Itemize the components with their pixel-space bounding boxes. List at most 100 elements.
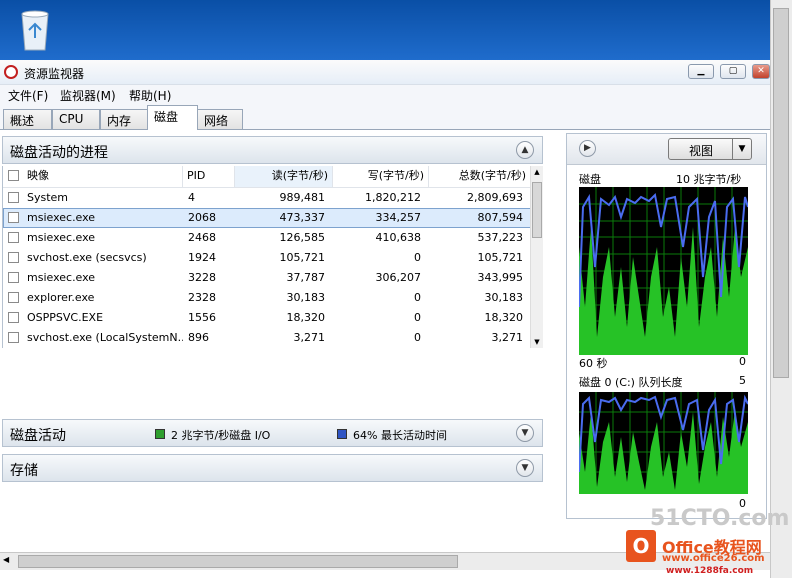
graph1-scale: 10 兆字节/秒 <box>676 173 742 186</box>
column-header-image[interactable]: 映像 <box>3 166 183 188</box>
recycle-bin-icon[interactable] <box>14 4 56 54</box>
menu-file[interactable]: 文件(F) <box>8 87 48 104</box>
window-title: 资源监视器 <box>24 67 85 81</box>
tab-overview[interactable]: 概述 <box>3 109 52 129</box>
row-checkbox[interactable] <box>8 252 19 263</box>
row-checkbox[interactable] <box>8 332 19 343</box>
table-row[interactable]: svchost.exe (LocalSystemN... 896 3,271 0 3,2… <box>3 328 531 348</box>
cell-total: 30,183 <box>484 291 524 304</box>
processes-section-header[interactable]: 磁盘活动的进程 ▲ <box>2 136 543 164</box>
cell-total: 537,223 <box>477 231 524 244</box>
cell-pid: 896 <box>188 331 209 344</box>
cell-image: svchost.exe (LocalSystemN... <box>27 331 183 344</box>
collapse-processes-icon[interactable]: ▲ <box>516 141 534 159</box>
cell-write: 0 <box>414 331 421 344</box>
menu-help[interactable]: 帮助(H) <box>129 87 171 104</box>
column-header-total[interactable]: 总数(字节/秒) <box>429 166 531 188</box>
title-bar[interactable]: 资源监视器 ▁ ▢ ✕ <box>0 60 770 85</box>
view-dropdown-icon[interactable]: ▼ <box>732 139 751 159</box>
cell-read: 105,721 <box>279 251 326 264</box>
cell-read: 3,271 <box>293 331 326 344</box>
cell-pid: 2328 <box>188 291 216 304</box>
row-checkbox[interactable] <box>8 192 19 203</box>
expand-disk-activity-icon[interactable]: ▼ <box>516 424 534 442</box>
desktop-background <box>0 0 792 60</box>
cell-read: 37,787 <box>286 271 326 284</box>
cell-pid: 4 <box>188 191 195 204</box>
close-button[interactable]: ✕ <box>752 64 770 79</box>
row-checkbox[interactable] <box>8 232 19 243</box>
process-table-scroll-thumb[interactable] <box>532 182 542 238</box>
cell-write: 306,207 <box>375 271 422 284</box>
storage-section-header[interactable]: 存储 ▼ <box>2 454 543 482</box>
cell-write: 0 <box>414 291 421 304</box>
active-time-legend-text: 64% 最长活动时间 <box>353 429 447 442</box>
resource-monitor-window: 资源监视器 ▁ ▢ ✕ 文件(F) 监视器(M) 帮助(H) 概述 CPU 内存… <box>0 60 770 578</box>
tab-bar: 概述 CPU 内存 磁盘 网络 <box>0 105 770 130</box>
graph2-label: 磁盘 0 (C:) 队列长度 <box>579 376 683 389</box>
graph-pane-header: ▶ 视图 ▼ <box>567 134 766 165</box>
graph-pane: ▶ 视图 ▼ 磁盘 10 兆字节/秒 60 秒 0 磁盘 0 (C:) 队列长度… <box>566 133 767 519</box>
tab-cpu[interactable]: CPU <box>52 109 100 129</box>
watermark-51cto: 51CTO.com <box>650 506 790 531</box>
row-checkbox[interactable] <box>8 272 19 283</box>
watermark-1288fa: www.1288fa.com <box>666 566 754 576</box>
office-logo-icon: O <box>626 530 656 562</box>
processes-section-title: 磁盘活动的进程 <box>10 145 108 161</box>
tab-memory[interactable]: 内存 <box>100 109 148 129</box>
cell-write: 410,638 <box>375 231 422 244</box>
cell-image: OSPPSVC.EXE <box>27 311 104 324</box>
cell-read: 126,585 <box>279 231 326 244</box>
cell-total: 3,271 <box>491 331 524 344</box>
cell-total: 343,995 <box>477 271 524 284</box>
process-table-scrollbar[interactable]: ▲ ▼ <box>530 166 543 348</box>
outer-vertical-scrollbar[interactable] <box>770 0 792 578</box>
menu-monitor[interactable]: 监视器(M) <box>60 87 116 104</box>
cell-image: msiexec.exe <box>27 231 96 244</box>
scroll-left-icon[interactable]: ◀ <box>3 555 9 564</box>
table-row[interactable]: msiexec.exe 3228 37,787 306,207 343,995 <box>3 268 531 288</box>
column-header-pid[interactable]: PID <box>183 166 235 188</box>
row-checkbox[interactable] <box>8 312 19 323</box>
view-button[interactable]: 视图 ▼ <box>668 138 752 160</box>
column-header-write[interactable]: 写(字节/秒) <box>333 166 429 188</box>
table-row[interactable]: OSPPSVC.EXE 1556 18,320 0 18,320 <box>3 308 531 328</box>
column-header-read[interactable]: 读(字节/秒) <box>235 166 333 188</box>
row-checkbox[interactable] <box>8 292 19 303</box>
cell-read: 30,183 <box>286 291 326 304</box>
table-row[interactable]: System 4 989,481 1,820,212 2,809,693 <box>3 188 531 208</box>
maximize-button[interactable]: ▢ <box>720 64 746 79</box>
cell-total: 2,809,693 <box>467 191 523 204</box>
horizontal-scroll-thumb[interactable] <box>18 555 458 568</box>
expand-pane-icon[interactable]: ▶ <box>579 140 596 157</box>
table-row[interactable]: msiexec.exe 2468 126,585 410,638 537,223 <box>3 228 531 248</box>
view-button-label: 视图 <box>689 144 714 158</box>
minimize-button[interactable]: ▁ <box>688 64 714 79</box>
graph2-scale: 5 <box>739 374 746 387</box>
left-pane: 磁盘活动的进程 ▲ 映像 PID 读(字节/秒) 写(字节/秒) 总数(字节/秒… <box>2 136 543 550</box>
cell-write: 334,257 <box>375 211 422 224</box>
tab-network[interactable]: 网络 <box>197 109 243 129</box>
queue-length-graph <box>579 392 748 494</box>
cell-image: msiexec.exe <box>27 211 96 224</box>
table-row[interactable]: explorer.exe 2328 30,183 0 30,183 <box>3 288 531 308</box>
expand-storage-icon[interactable]: ▼ <box>516 459 534 477</box>
active-time-legend-swatch <box>337 429 347 439</box>
cell-total: 807,594 <box>477 211 524 224</box>
cell-read: 18,320 <box>286 311 326 324</box>
row-checkbox[interactable] <box>8 212 19 223</box>
disk-activity-section-header[interactable]: 磁盘活动 2 兆字节/秒磁盘 I/O 64% 最长活动时间 ▼ <box>2 419 543 447</box>
cell-pid: 1924 <box>188 251 216 264</box>
cell-write: 1,820,212 <box>365 191 421 204</box>
table-row[interactable]: msiexec.exe 2068 473,337 334,257 807,594 <box>3 208 531 228</box>
cell-total: 105,721 <box>477 251 524 264</box>
tab-disk[interactable]: 磁盘 <box>147 105 198 130</box>
cell-image: svchost.exe (secsvcs) <box>27 251 147 264</box>
scroll-down-icon[interactable]: ▼ <box>531 336 543 348</box>
select-all-checkbox[interactable] <box>8 170 19 181</box>
cell-image: msiexec.exe <box>27 271 96 284</box>
disk-io-graph <box>579 187 748 355</box>
outer-vertical-scroll-thumb[interactable] <box>773 8 789 378</box>
scroll-up-icon[interactable]: ▲ <box>531 166 543 178</box>
table-row[interactable]: svchost.exe (secsvcs) 1924 105,721 0 105,721 <box>3 248 531 268</box>
